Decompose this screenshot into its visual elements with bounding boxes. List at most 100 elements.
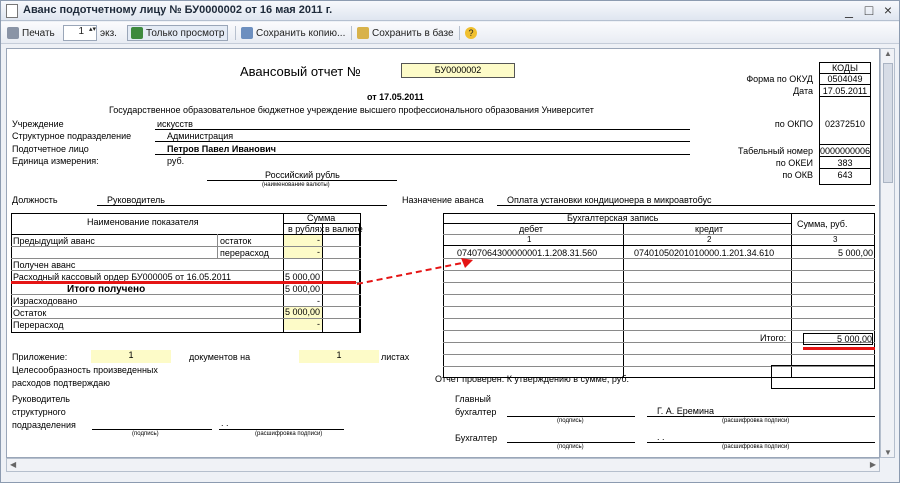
row-prev-rest: остаток <box>220 236 252 246</box>
attach-count[interactable]: 1 <box>91 350 171 363</box>
row-rest: Остаток <box>13 308 47 318</box>
title-bar: Аванс подотчетному лицу № БУ0000002 от 1… <box>1 1 899 21</box>
accountant-sign-caption: (подпись) <box>557 444 584 450</box>
dept-label: Структурное подразделение <box>12 131 132 141</box>
view-only-toggle[interactable]: Только просмотр <box>127 25 229 41</box>
sheets-count[interactable]: 1 <box>299 350 379 363</box>
accounting-header: Бухгалтерская запись <box>567 213 659 223</box>
toolbar: Печать 1 экз. Только просмотр Сохранить … <box>1 22 899 44</box>
copies-suffix: экз. <box>100 27 117 39</box>
form-label: Форма по ОКУД <box>746 74 813 84</box>
head-line3: подразделения <box>12 420 76 430</box>
tab-code: 0000000006 <box>819 146 871 156</box>
red-underline-left <box>11 281 356 284</box>
chief-decode-caption: (расшифровка подписи) <box>722 418 790 424</box>
okei-label: по ОКЕИ <box>775 158 813 168</box>
scroll-up-icon[interactable]: ▲ <box>884 49 892 58</box>
scroll-right-icon[interactable]: ▶ <box>870 460 876 469</box>
entry-debit: 07407064300000001.1.208.31.560 <box>457 248 598 258</box>
checked-value: - <box>771 365 875 389</box>
position-value: Руководитель <box>107 195 165 205</box>
report-number[interactable]: БУ0000002 <box>401 63 515 78</box>
org-label: Учреждение <box>12 119 64 129</box>
scroll-left-icon[interactable]: ◀ <box>10 460 16 469</box>
head-sign-caption: (подпись) <box>132 431 159 437</box>
spent-value: - <box>317 296 320 306</box>
purpose-value: Оплата установки кондиционера в микроавт… <box>507 195 712 205</box>
row-prev-over: перерасход <box>220 248 269 258</box>
unit-label: Единица измерения: <box>12 156 99 166</box>
vertical-scrollbar[interactable]: ▲ ▼ <box>880 48 895 458</box>
chief-sign-caption: (подпись) <box>557 418 584 424</box>
overspent-value[interactable]: - <box>284 319 322 330</box>
col-rub-header: в рублях <box>288 224 325 234</box>
scroll-down-icon[interactable]: ▼ <box>884 448 892 457</box>
entry-sum: 5 000,00 <box>837 248 873 258</box>
docs-label: документов на <box>189 352 251 362</box>
col-name-header: Наименование показателя <box>87 217 199 227</box>
row-overspent: Перерасход <box>13 320 64 330</box>
currency-value: Российский рубль <box>265 170 340 180</box>
sum-header: Сумма, руб. <box>797 219 848 229</box>
okpo-code: 02372510 <box>824 119 866 129</box>
checked-label: Отчет проверен. К утверждению в сумме, р… <box>435 374 629 384</box>
document-icon <box>6 4 18 18</box>
report-sheet: Авансовый отчет № БУ0000002 от 17.05.201… <box>6 48 880 458</box>
col-cur-header: в валюте <box>325 224 363 234</box>
head-dots: . . <box>221 418 229 428</box>
accountant-decode-caption: (расшифровка подписи) <box>722 444 790 450</box>
entry-credit: 07401050201010000.1.201.34.610 <box>634 248 775 258</box>
prev-over-value[interactable]: - <box>284 247 322 258</box>
col-num-2: 2 <box>707 235 712 244</box>
chief-line2: бухгалтер <box>455 407 497 417</box>
maximize-button[interactable]: □ <box>861 2 877 18</box>
row-received: Получен аванс <box>13 260 76 270</box>
form-code: 0504049 <box>827 74 863 84</box>
org-line2: искусств <box>157 119 193 129</box>
head-line2: структурного <box>12 407 66 417</box>
credit-header: кредит <box>695 224 724 234</box>
okei-code: 383 <box>837 158 853 168</box>
org-line1: Государственное образовательное бюджетно… <box>109 105 594 115</box>
okpo-label: по ОКПО <box>774 119 813 129</box>
copies-input[interactable]: 1 <box>63 25 97 41</box>
attach-label: Приложение: <box>12 352 68 362</box>
save-copy-button[interactable]: Сохранить копию... <box>241 25 345 41</box>
rest-value[interactable]: 5 000,00 <box>284 307 322 318</box>
purpose-line1: Целесообразность произведенных <box>12 365 158 375</box>
print-button[interactable]: Печать <box>7 25 55 41</box>
date-label: Дата <box>793 86 813 96</box>
date-code: 17.05.2011 <box>822 86 868 96</box>
okv-code: 643 <box>837 170 853 180</box>
report-date: от 17.05.2011 <box>367 92 424 102</box>
close-button[interactable]: × <box>880 2 896 18</box>
total-value: 5 000,00 <box>803 333 873 345</box>
total-label: Итого: <box>760 333 787 343</box>
database-save-icon <box>357 27 369 39</box>
red-arrow-icon <box>356 258 473 285</box>
view-only-icon <box>131 27 143 39</box>
prev-rest-value[interactable]: - <box>284 235 322 246</box>
currency-caption: (наименование валюты) <box>262 182 330 188</box>
help-button[interactable]: ? <box>465 25 477 41</box>
save-db-button[interactable]: Сохранить в базе <box>357 25 454 41</box>
purpose-label: Назначение аванса <box>402 195 484 205</box>
accountant-dots: . . <box>657 432 665 442</box>
position-label: Должность <box>12 195 58 205</box>
col-num-3: 3 <box>833 235 838 244</box>
person-value: Петров Павел Иванович <box>167 144 277 154</box>
save-icon <box>241 27 253 39</box>
vertical-scroll-thumb[interactable] <box>883 63 893 183</box>
minimize-button[interactable]: _ <box>841 2 857 18</box>
head-line1: Руководитель <box>12 394 70 404</box>
accountant-label: Бухгалтер <box>455 433 498 443</box>
horizontal-scrollbar[interactable]: ◀ ▶ <box>6 458 880 472</box>
purpose-line2: расходов подтверждаю <box>12 378 111 388</box>
person-label: Подотчетное лицо <box>12 144 89 154</box>
col-num-1: 1 <box>527 235 532 244</box>
report-window: Аванс подотчетному лицу № БУ0000002 от 1… <box>0 0 900 483</box>
unit-value: руб. <box>167 156 185 166</box>
okv-label: по ОКВ <box>782 170 813 180</box>
red-underline-total <box>803 347 875 350</box>
tab-label: Табельный номер <box>738 146 813 156</box>
